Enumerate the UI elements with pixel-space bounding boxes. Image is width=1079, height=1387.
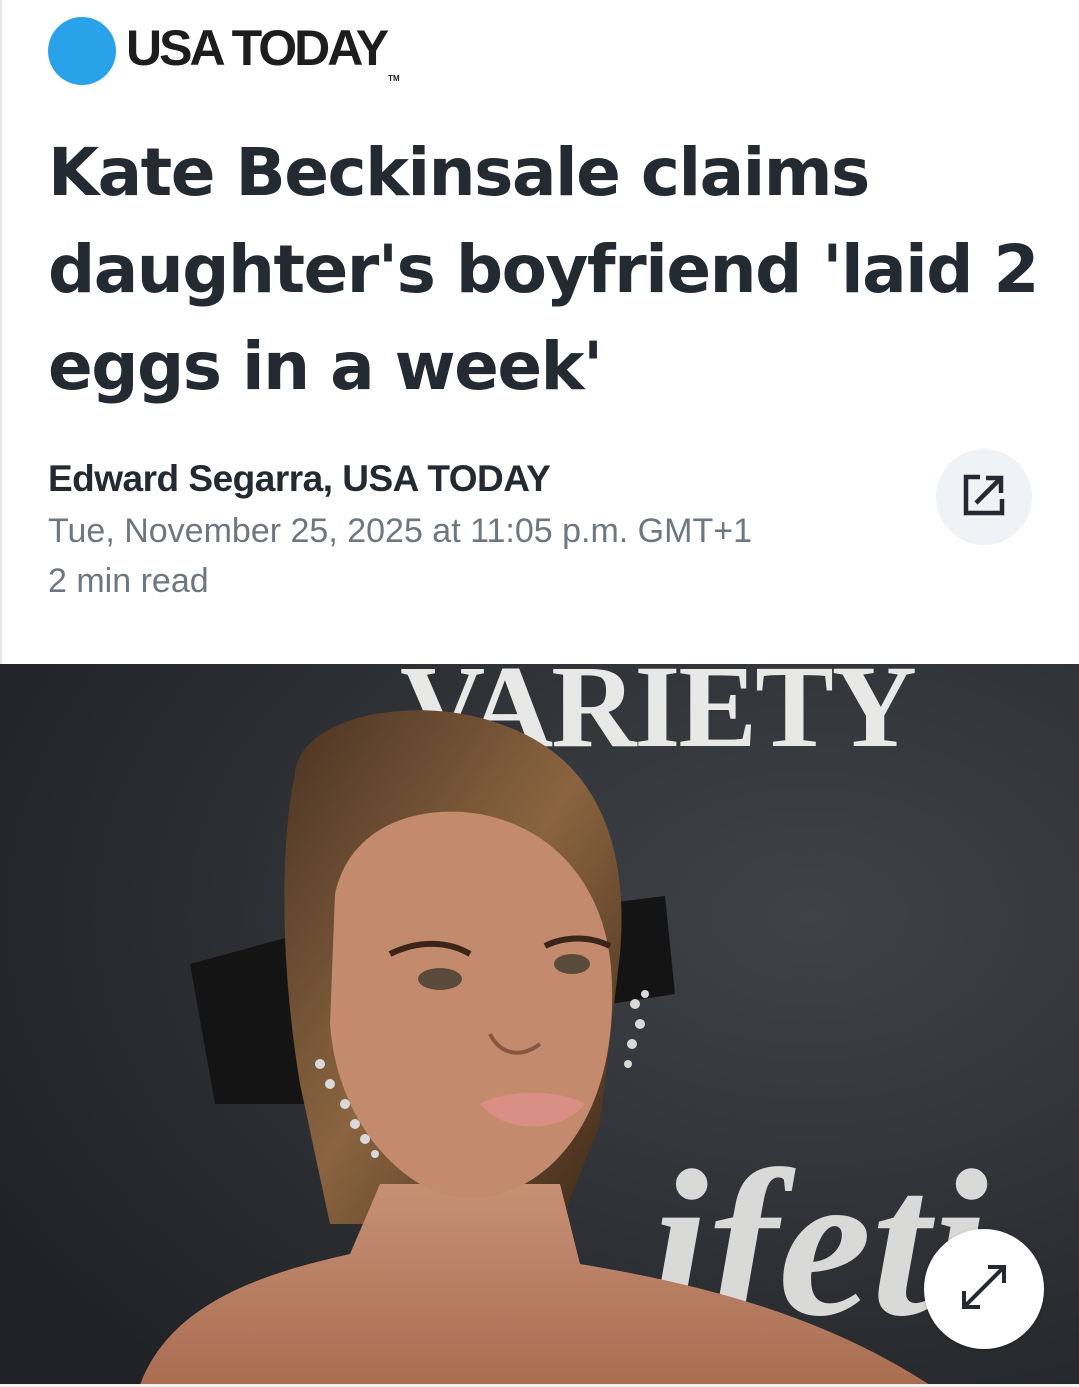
page-edge [0,0,2,664]
brand-name: USA TODAY [126,20,389,76]
external-share-icon [962,473,1006,522]
expand-arrows-icon [956,1259,1012,1320]
article-headline: Kate Beckinsale claims daughter's boyfri… [48,134,1039,405]
article-read-time: 2 min read [48,562,209,600]
expand-image-button[interactable] [924,1229,1044,1349]
hero-image[interactable]: VARIETY ifeti [0,664,1079,1385]
brand-trademark: TM [388,74,400,83]
article-timestamp: Tue, November 25, 2025 at 11:05 p.m. GMT… [48,512,752,550]
brand-logo[interactable]: USA TODAYTM [126,23,400,83]
site-header: USA TODAYTM [48,16,400,86]
share-button[interactable] [936,449,1032,545]
brand-logo-dot[interactable] [48,17,116,85]
article-byline[interactable]: Edward Segarra, USA TODAY [48,458,551,500]
